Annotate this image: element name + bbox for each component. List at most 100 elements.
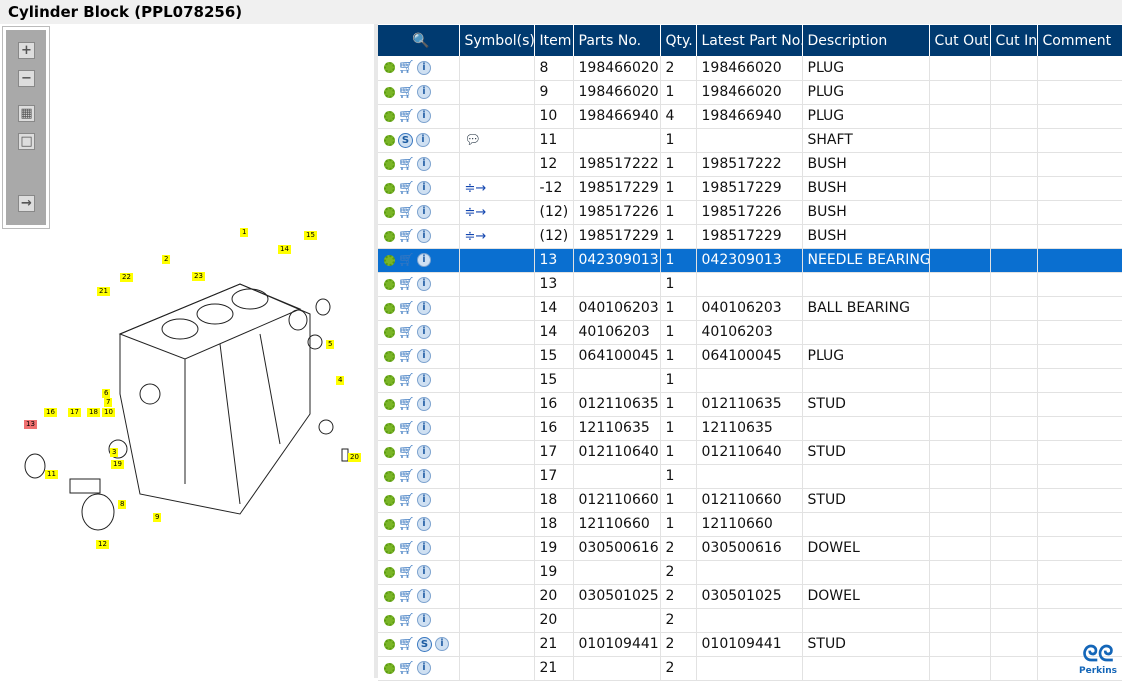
gear-icon[interactable] (384, 182, 395, 194)
table-row[interactable]: 🛒︎ i 16 012110635 1 012110635 STUD (378, 392, 1122, 417)
zoom-out-button[interactable]: − (18, 70, 35, 87)
table-row[interactable]: 🛒︎ i 13 1 (378, 272, 1122, 297)
callout-label[interactable]: 9 (153, 513, 162, 522)
info-icon[interactable]: i (417, 373, 431, 387)
gear-icon[interactable] (384, 302, 395, 314)
callout-label[interactable]: 21 (97, 287, 110, 296)
column-header[interactable]: 🔍 (378, 25, 460, 56)
gear-icon[interactable] (384, 446, 395, 458)
cart-icon[interactable]: 🛒︎ (398, 614, 415, 627)
cart-icon[interactable]: 🛒︎ (398, 374, 415, 387)
cart-icon[interactable]: 🛒︎ (398, 230, 415, 243)
info-icon[interactable]: i (417, 253, 431, 267)
info-icon[interactable]: i (417, 277, 431, 291)
table-row[interactable]: 🛒︎ i 21 2 (378, 656, 1122, 681)
table-row[interactable]: 🛒︎ i ≑→ (12) 198517226 1 198517226 BUSH (378, 200, 1122, 225)
info-icon[interactable]: i (417, 181, 431, 195)
callout-label[interactable]: 14 (278, 245, 291, 254)
info-icon[interactable]: i (417, 85, 431, 99)
info-icon[interactable]: i (417, 589, 431, 603)
gear-icon[interactable] (384, 158, 395, 170)
callout-label[interactable]: 18 (87, 408, 100, 417)
cart-icon[interactable]: 🛒︎ (398, 638, 415, 651)
table-row[interactable]: 🛒︎ i 20 030501025 2 030501025 DOWEL (378, 584, 1122, 609)
interchange-icon[interactable]: ≑→ (465, 205, 487, 220)
table-row[interactable]: 🛒︎ i 19 030500616 2 030500616 DOWEL (378, 536, 1122, 561)
cart-icon[interactable]: 🛒︎ (398, 61, 415, 74)
cart-icon[interactable]: 🛒︎ (398, 302, 415, 315)
zoom-in-button[interactable]: + (18, 42, 35, 59)
gear-icon[interactable] (384, 230, 395, 242)
table-row[interactable]: 🛒︎ i 19 2 (378, 560, 1122, 585)
callout-label[interactable]: 15 (304, 231, 317, 240)
cart-icon[interactable]: 🛒︎ (398, 590, 415, 603)
column-header[interactable]: Qty. (660, 25, 697, 56)
table-row[interactable]: 🛒︎ i 9 198466020 1 198466020 PLUG (378, 80, 1122, 105)
info-icon[interactable]: i (417, 445, 431, 459)
cart-icon[interactable]: 🛒︎ (398, 206, 415, 219)
table-row[interactable]: 🛒︎ Si 21 010109441 2 010109441 STUD (378, 632, 1122, 657)
table-row[interactable]: Si 💬︎ 11 1 SHAFT (378, 128, 1122, 153)
gear-icon[interactable] (384, 326, 395, 338)
cart-icon[interactable]: 🛒︎ (398, 182, 415, 195)
callout-label[interactable]: 23 (192, 272, 205, 281)
callout-label[interactable]: 2 (162, 255, 171, 264)
info-icon[interactable]: i (417, 421, 431, 435)
callout-label[interactable]: 16 (44, 408, 57, 417)
cart-icon[interactable]: 🛒︎ (398, 254, 415, 267)
table-row[interactable]: 🛒︎ i 17 012110640 1 012110640 STUD (378, 440, 1122, 465)
gear-icon[interactable] (384, 542, 395, 554)
cart-icon[interactable]: 🛒︎ (398, 158, 415, 171)
info-icon[interactable]: i (417, 517, 431, 531)
table-row[interactable]: 🛒︎ i 14 40106203 1 40106203 (378, 320, 1122, 345)
info-icon[interactable]: i (417, 349, 431, 363)
cart-icon[interactable]: 🛒︎ (398, 518, 415, 531)
cart-icon[interactable]: 🛒︎ (398, 110, 415, 123)
gear-icon[interactable] (384, 470, 395, 482)
callout-label[interactable]: 8 (118, 500, 127, 509)
info-icon[interactable]: i (417, 493, 431, 507)
table-row[interactable]: 🛒︎ i ≑→ (12) 198517229 1 198517229 BUSH (378, 224, 1122, 249)
info-icon[interactable]: i (435, 637, 449, 651)
column-header[interactable]: Parts No. (573, 25, 661, 56)
callout-label[interactable]: 3 (110, 448, 119, 457)
table-row[interactable]: 🛒︎ i 12 198517222 1 198517222 BUSH (378, 152, 1122, 177)
gear-icon[interactable] (384, 254, 395, 266)
gear-icon[interactable] (384, 206, 395, 218)
gear-icon[interactable] (384, 590, 395, 602)
cart-icon[interactable]: 🛒︎ (398, 422, 415, 435)
export-list-button[interactable]: → (18, 195, 35, 212)
column-header[interactable]: Description (802, 25, 930, 56)
info-icon[interactable]: i (417, 325, 431, 339)
gear-icon[interactable] (384, 110, 395, 122)
callout-label[interactable]: 12 (96, 540, 109, 549)
actual-size-button[interactable]: □ (18, 133, 35, 150)
gear-icon[interactable] (384, 398, 395, 410)
callout-label[interactable]: 13 (24, 420, 37, 429)
callout-label[interactable]: 4 (336, 376, 345, 385)
callout-label[interactable]: 7 (104, 398, 113, 407)
callout-label[interactable]: 6 (102, 389, 111, 398)
column-header[interactable]: Latest Part No. (696, 25, 803, 56)
table-row[interactable]: 🛒︎ i 18 12110660 1 12110660 (378, 512, 1122, 537)
column-header[interactable]: Comment (1037, 25, 1122, 56)
table-row[interactable]: 🛒︎ i 13 042309013 1 042309013 NEEDLE BEARING (378, 248, 1122, 273)
table-row[interactable]: 🛒︎ i 15 064100045 1 064100045 PLUG (378, 344, 1122, 369)
info-icon[interactable]: i (417, 157, 431, 171)
info-icon[interactable]: i (417, 541, 431, 555)
info-icon[interactable]: i (417, 613, 431, 627)
cart-icon[interactable]: 🛒︎ (398, 86, 415, 99)
fit-all-icon[interactable]: ▦ (18, 105, 35, 122)
info-icon[interactable]: i (417, 301, 431, 315)
table-row[interactable]: 🛒︎ i 16 12110635 1 12110635 (378, 416, 1122, 441)
info-icon[interactable]: i (417, 565, 431, 579)
gear-icon[interactable] (384, 86, 395, 98)
table-row[interactable]: 🛒︎ i 20 2 (378, 608, 1122, 633)
table-row[interactable]: 🛒︎ i ≑→ -12 198517229 1 198517229 BUSH (378, 176, 1122, 201)
gear-icon[interactable] (384, 374, 395, 386)
cart-icon[interactable]: 🛒︎ (398, 278, 415, 291)
gear-icon[interactable] (384, 638, 395, 650)
callout-label[interactable]: 11 (45, 470, 58, 479)
cart-icon[interactable]: 🛒︎ (398, 398, 415, 411)
info-icon[interactable]: i (417, 661, 431, 675)
